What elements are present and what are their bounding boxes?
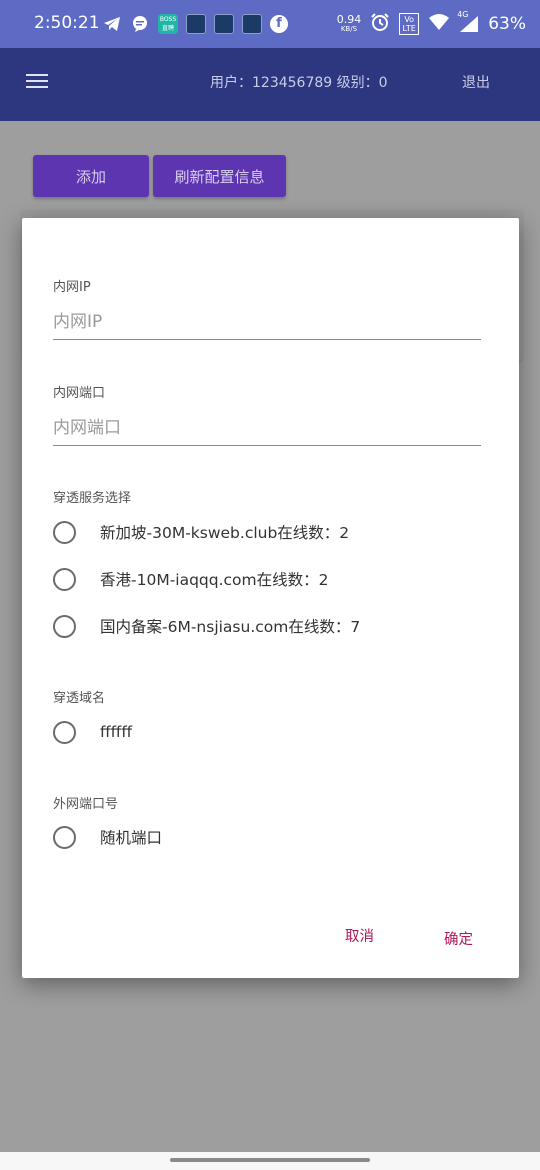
intranet-port-label: 内网端口	[53, 386, 106, 401]
service-option[interactable]: 新加坡-30M-ksweb.club在线数：2	[53, 518, 349, 546]
service-option[interactable]: 国内备案-6M-nsjiasu.com在线数：7	[53, 612, 360, 640]
radio-unchecked-icon	[53, 825, 76, 849]
radio-unchecked-icon	[53, 567, 76, 591]
intranet-ip-input[interactable]	[53, 304, 481, 340]
facebook-icon: f	[270, 15, 288, 33]
radio-unchecked-icon	[53, 614, 76, 638]
logout-button[interactable]: 退出	[462, 72, 490, 92]
add-config-dialog: 内网IP 内网端口 穿透服务选择 新加坡-30M-ksweb.club在线数：2…	[22, 218, 519, 978]
cancel-button[interactable]: 取消	[345, 925, 374, 946]
home-handle[interactable]	[170, 1158, 370, 1162]
service-option-label: 香港-10M-iaqqq.com在线数：2	[100, 571, 329, 589]
domain-option-label: ffffff	[100, 723, 133, 741]
external-port-option[interactable]: 随机端口	[53, 823, 162, 851]
app-icon	[214, 14, 234, 34]
external-port-option-label: 随机端口	[100, 829, 163, 847]
status-time: 2:50:21	[34, 13, 100, 33]
app-icon	[242, 14, 262, 34]
service-option-label: 新加坡-30M-ksweb.club在线数：2	[100, 524, 350, 542]
radio-unchecked-icon	[53, 720, 76, 744]
app-icon	[186, 14, 206, 34]
intranet-ip-label: 内网IP	[53, 280, 91, 295]
service-select-label: 穿透服务选择	[53, 491, 132, 506]
confirm-button[interactable]: 确定	[444, 928, 473, 949]
wifi-icon	[428, 13, 450, 35]
app-bar: 用户：123456789 级别：0 退出	[0, 48, 540, 121]
network-speed: 0.94 KB/S	[336, 12, 362, 33]
domain-label: 穿透域名	[53, 691, 106, 706]
service-option[interactable]: 香港-10M-iaqqq.com在线数：2	[53, 565, 329, 593]
telegram-icon	[102, 14, 122, 34]
menu-icon[interactable]	[26, 74, 48, 92]
boss-app-icon: BOSS 直聘	[158, 14, 178, 34]
intranet-port-input[interactable]	[53, 410, 481, 446]
service-option-label: 国内备案-6M-nsjiasu.com在线数：7	[100, 618, 361, 636]
status-bar: 2:50:21 BOSS 直聘 f 0.94 KB/S Vo LTE 4G 63…	[0, 0, 540, 48]
domain-option[interactable]: ffffff	[53, 718, 132, 746]
volte-icon: Vo LTE	[399, 13, 420, 35]
alarm-icon	[370, 12, 390, 36]
system-icons: 0.94 KB/S Vo LTE 4G 63%	[337, 10, 526, 38]
user-info: 用户：123456789 级别：0	[210, 75, 388, 91]
notification-icons: BOSS 直聘 f	[102, 12, 288, 36]
add-button[interactable]: 添加	[33, 155, 149, 197]
external-port-label: 外网端口号	[53, 797, 119, 812]
refresh-config-button[interactable]: 刷新配置信息	[153, 155, 286, 197]
battery-level: 63%	[488, 14, 526, 34]
signal-icon: 4G	[457, 10, 479, 33]
message-bubble-icon	[130, 14, 150, 34]
radio-unchecked-icon	[53, 520, 76, 544]
gesture-bar	[0, 1152, 540, 1170]
